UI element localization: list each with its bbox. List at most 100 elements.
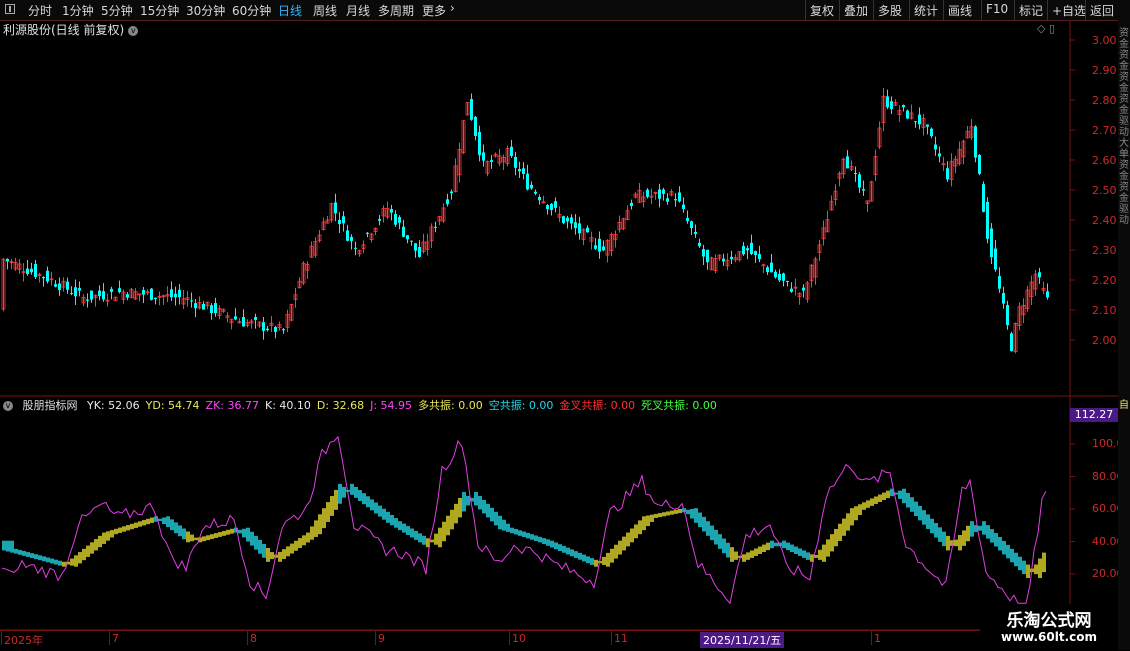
indicator-band	[70, 558, 74, 566]
toolbar-button-5[interactable]: F10	[986, 2, 1008, 16]
indicator-band	[498, 515, 502, 530]
indicator-band	[534, 535, 538, 542]
more-arrow-icon[interactable]: ›	[450, 1, 455, 15]
toolbar-button-7[interactable]: +自选	[1052, 2, 1086, 19]
indicator-band	[34, 554, 38, 560]
indicator-band	[78, 552, 82, 564]
period-tab-6[interactable]: 日线	[278, 2, 302, 19]
candle-body	[86, 299, 89, 301]
candle-body	[630, 202, 633, 207]
period-tab-10[interactable]: 更多	[422, 2, 446, 19]
indicator-band	[710, 525, 714, 541]
indicator-band	[834, 528, 838, 547]
indicator-band	[562, 545, 566, 553]
indicator-band	[934, 523, 938, 538]
candle-body	[938, 153, 941, 157]
period-tab-0[interactable]: 分时	[28, 2, 52, 19]
period-tab-4[interactable]: 30分钟	[186, 2, 225, 19]
period-tab-1[interactable]: 1分钟	[62, 2, 94, 19]
indicator-band	[858, 504, 862, 516]
indicator-band	[646, 515, 650, 527]
date-tick	[1, 631, 2, 645]
period-tab-7[interactable]: 周线	[313, 2, 337, 19]
indicator-band	[326, 502, 330, 522]
toolbar-button-3[interactable]: 统计	[914, 2, 938, 19]
indicator-band	[770, 540, 774, 549]
indicator-band	[714, 529, 718, 545]
candle-body	[854, 172, 857, 174]
candle-body	[914, 121, 917, 123]
toolbar-button-1[interactable]: 叠加	[844, 2, 868, 19]
candle-body	[282, 329, 285, 331]
toolbar-button-4[interactable]: 画线	[948, 2, 972, 19]
side-panel-char: 金	[1119, 171, 1129, 182]
candle-body	[846, 156, 849, 169]
candle-body	[378, 218, 381, 221]
toolbar-button-6[interactable]: 标记	[1019, 2, 1043, 19]
period-tab-2[interactable]: 5分钟	[101, 2, 133, 19]
indicator-band	[850, 508, 854, 526]
candle-body	[262, 322, 265, 331]
indicator-band	[130, 523, 134, 530]
menu-icon[interactable]	[5, 4, 15, 14]
indicator-band	[954, 539, 958, 547]
side-panel-char: 金	[1119, 61, 1129, 72]
candle-body	[974, 126, 977, 158]
indicator-band	[998, 536, 1002, 551]
indicator-band	[614, 544, 618, 559]
indicator-band	[794, 546, 798, 555]
candle-body	[74, 287, 77, 297]
right-side-panel[interactable]: 资金资金资金资金驱动大单资金资金驱动自	[1118, 20, 1130, 650]
candle-body	[418, 246, 421, 257]
candle-body	[978, 154, 981, 174]
price-tick-label: 2.40	[1092, 214, 1117, 227]
candle-body	[934, 144, 937, 150]
candle-body	[766, 267, 769, 273]
candle-body	[690, 221, 693, 229]
indicator-band	[134, 522, 138, 528]
candle-body	[906, 110, 909, 119]
period-tab-9[interactable]: 多周期	[378, 2, 414, 19]
price-tick-label: 2.30	[1092, 244, 1117, 257]
candle-body	[338, 219, 341, 224]
indicator-band	[1006, 544, 1010, 559]
candle-body	[946, 168, 949, 180]
indicator-band	[558, 544, 562, 552]
indicator-band	[870, 498, 874, 506]
candle-body	[478, 132, 481, 156]
indicator-band	[662, 512, 666, 517]
candle-body	[802, 287, 805, 291]
toolbar-separator	[1014, 0, 1015, 20]
indicator-band	[982, 521, 986, 535]
indicator-band	[174, 522, 178, 534]
date-label: 2025年	[4, 634, 43, 647]
chevron-down-icon[interactable]: v	[3, 401, 13, 411]
indicator-band	[594, 559, 598, 567]
indicator-value-8: 金叉共振: 0.00	[559, 399, 636, 412]
candle-body	[890, 101, 893, 110]
candle-body	[994, 248, 997, 270]
price-tick-label: 2.90	[1092, 64, 1117, 77]
candle-body	[782, 273, 785, 281]
candle-body	[886, 96, 889, 108]
candle-body	[550, 203, 553, 211]
chart-canvas[interactable]	[0, 20, 1118, 650]
toolbar-button-2[interactable]: 多股	[878, 2, 902, 19]
indicator-band	[322, 508, 326, 529]
indicator-band	[670, 510, 674, 515]
indicator-band	[766, 542, 770, 551]
indicator-band	[122, 526, 126, 532]
side-panel-char: 金	[1119, 39, 1129, 50]
candle-body	[862, 189, 865, 191]
indicator-band	[818, 549, 822, 560]
period-tab-5[interactable]: 60分钟	[232, 2, 271, 19]
period-tab-3[interactable]: 15分钟	[140, 2, 179, 19]
indicator-band	[914, 501, 918, 517]
period-tab-8[interactable]: 月线	[346, 2, 370, 19]
side-panel-char: 动	[1119, 215, 1129, 226]
toolbar-button-8[interactable]: 返回	[1090, 2, 1114, 19]
indicator-band	[74, 555, 78, 567]
indicator-band	[586, 556, 590, 564]
candle-body	[858, 174, 861, 188]
toolbar-button-0[interactable]: 复权	[810, 2, 834, 19]
